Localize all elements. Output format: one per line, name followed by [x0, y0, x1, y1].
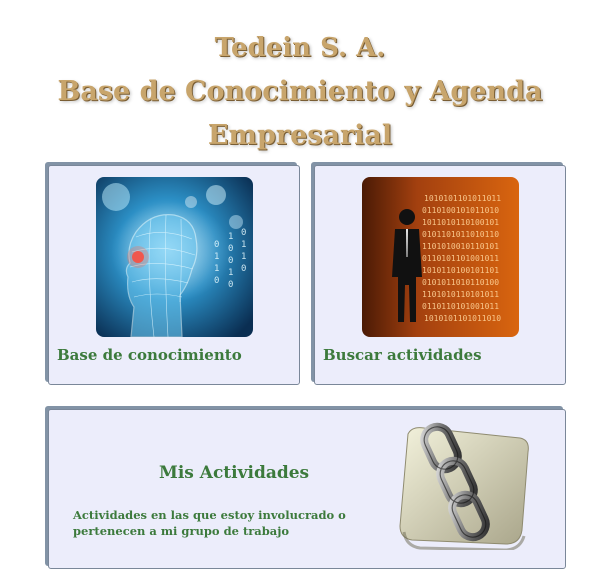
svg-text:0: 0	[214, 276, 219, 286]
page-header: Tedein S. A. Base de Conocimiento y Agen…	[0, 26, 600, 158]
svg-text:1: 1	[228, 232, 233, 242]
svg-text:1010101101011011: 1010101101011011	[424, 194, 501, 203]
svg-text:0: 0	[241, 228, 246, 238]
knowledge-base-card[interactable]: 0110 10010 0110 Base de conocimiento	[48, 165, 300, 385]
svg-text:1010110100101101: 1010110100101101	[422, 266, 499, 275]
svg-text:0101101011010110: 0101101011010110	[422, 230, 499, 239]
svg-text:0101011010110100: 0101011010110100	[422, 278, 499, 287]
svg-text:1011010110100101: 1011010110100101	[422, 218, 499, 227]
svg-text:0: 0	[241, 264, 246, 274]
search-activities-card[interactable]: 1010101101011011 0110100101011010 101101…	[314, 165, 566, 385]
company-title: Tedein S. A.	[214, 33, 386, 63]
my-activities-card[interactable]: Mis Actividades Actividades en las que e…	[48, 409, 566, 569]
svg-text:1101010010110101: 1101010010110101	[422, 242, 499, 251]
digital-head-icon[interactable]: 0110 10010 0110	[96, 177, 253, 337]
svg-text:0: 0	[228, 280, 233, 290]
page-subtitle: Base de Conocimiento y Agenda Empresaria…	[57, 76, 543, 151]
svg-text:1101010110101011: 1101010110101011	[422, 290, 499, 299]
svg-text:0: 0	[214, 240, 219, 250]
my-activities-description: Actividades en las que estoy involucrado…	[73, 508, 346, 538]
binary-businessman-icon[interactable]: 1010101101011011 0110100101011010 101101…	[362, 177, 519, 337]
svg-text:0: 0	[228, 256, 233, 266]
chain-link-icon[interactable]	[394, 422, 534, 552]
svg-text:0110110101001011: 0110110101001011	[422, 302, 499, 311]
search-activities-label[interactable]: Buscar actividades	[323, 346, 482, 364]
svg-text:1010101101011010: 1010101101011010	[424, 314, 501, 323]
svg-text:1: 1	[214, 252, 219, 262]
svg-text:1: 1	[228, 268, 233, 278]
svg-text:1: 1	[241, 240, 246, 250]
my-activities-title[interactable]: Mis Actividades	[159, 463, 309, 483]
svg-text:1: 1	[241, 252, 246, 262]
knowledge-base-label[interactable]: Base de conocimiento	[57, 346, 242, 364]
svg-text:0110101101001011: 0110101101001011	[422, 254, 499, 263]
svg-text:0110100101011010: 0110100101011010	[422, 206, 499, 215]
svg-text:1: 1	[214, 264, 219, 274]
svg-text:0: 0	[228, 244, 233, 254]
